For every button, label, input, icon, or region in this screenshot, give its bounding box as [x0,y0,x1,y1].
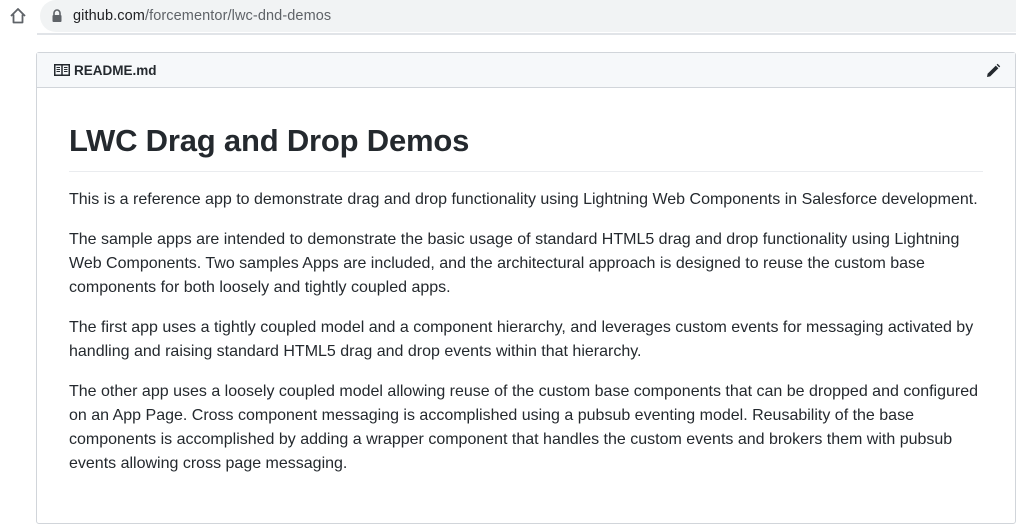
readme-paragraph: The sample apps are intended to demonstr… [69,231,960,296]
home-icon[interactable] [8,6,28,26]
readme-paragraph: The other app uses a loosely coupled mod… [69,383,979,472]
readme-paragraph: The first app uses a tightly coupled mod… [69,319,974,360]
pencil-icon[interactable] [985,63,1001,79]
page-divider [37,33,1016,35]
book-icon [54,64,70,76]
readme-heading: LWC Drag and Drop Demos [69,122,983,172]
url-host: github.com [73,8,145,24]
url-path: /forcementor/lwc-dnd-demos [144,8,332,24]
readme-filename: README.md [74,62,157,78]
browser-toolbar: github.com/forcementor/lwc-dnd-demos [0,0,1016,33]
lock-icon [51,9,63,23]
address-bar[interactable]: github.com/forcementor/lwc-dnd-demos [40,0,1016,32]
readme-paragraph: This is a reference app to demonstrate d… [69,191,978,208]
readme-header: README.md [37,53,1015,88]
readme-container: README.md LWC Drag and Drop Demos This i… [36,52,1016,524]
readme-content: LWC Drag and Drop Demos This is a refere… [69,88,983,476]
